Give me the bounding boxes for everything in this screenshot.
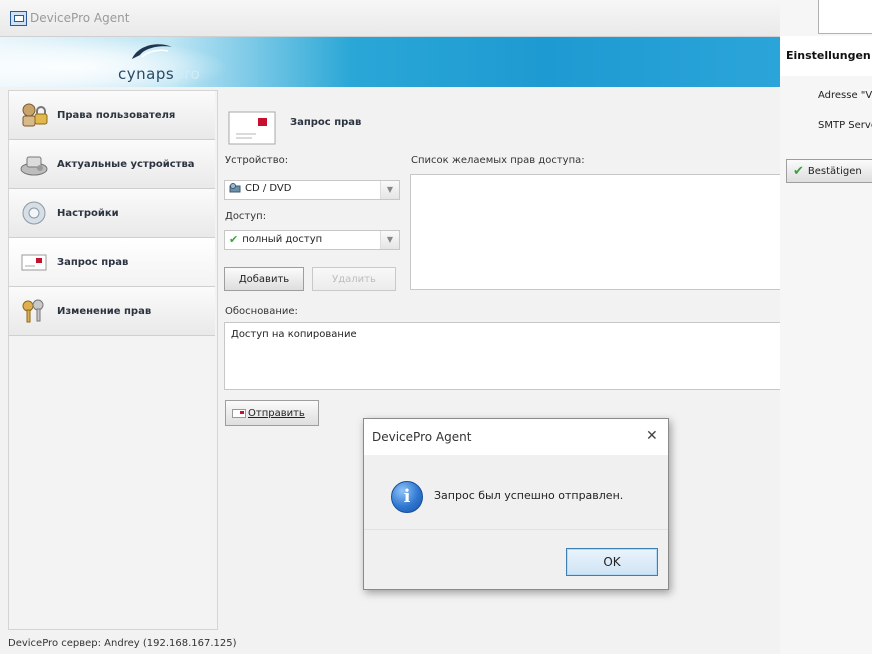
add-button[interactable]: Добавить <box>224 267 304 291</box>
send-button[interactable]: Отправить <box>225 400 319 426</box>
remove-button[interactable]: Удалить <box>312 267 396 291</box>
sidebar-item-current-devices[interactable]: Актуальные устройства <box>9 140 215 189</box>
keys-icon <box>19 298 49 324</box>
check-icon: ✔ <box>229 233 239 246</box>
header-banner: cynapspro <box>0 37 780 87</box>
sidebar-item-change-rights[interactable]: Изменение прав <box>9 287 215 336</box>
access-select[interactable]: ✔ полный доступ ▼ <box>224 230 400 250</box>
logo-swoosh-icon <box>132 44 172 59</box>
sidebar-item-settings[interactable]: Настройки <box>9 189 215 238</box>
logo: cynapspro <box>118 65 200 83</box>
window-title: DevicePro Agent <box>30 11 130 25</box>
access-label: Доступ: <box>225 211 267 222</box>
app-icon <box>10 11 27 26</box>
background-smtp-label: SMTP Serve <box>818 120 872 131</box>
envelope-icon <box>19 249 49 275</box>
sidebar: Права пользователя Актуальные устройства… <box>8 90 218 630</box>
logo-text-main: cynaps <box>118 65 175 83</box>
reason-label: Обоснование: <box>225 306 298 317</box>
sidebar-item-label: Изменение прав <box>57 305 152 317</box>
background-window: Einstellungen Adresse "Vo SMTP Serve ✔ B… <box>780 0 872 654</box>
background-address-label: Adresse "Vo <box>818 90 872 101</box>
rights-list-label: Список желаемых прав доступа: <box>411 155 585 166</box>
title-bar[interactable]: DevicePro Agent <box>0 0 780 37</box>
cd-drive-icon <box>229 183 241 193</box>
device-select[interactable]: CD / DVD ▼ <box>224 180 400 200</box>
sidebar-item-label: Настройки <box>57 207 119 219</box>
sidebar-item-request-rights[interactable]: Запрос прав <box>9 238 215 287</box>
rights-list[interactable] <box>410 174 780 290</box>
device-label: Устройство: <box>225 155 289 166</box>
dialog-message: Запрос был успешно отправлен. <box>434 489 624 502</box>
request-envelope-icon <box>228 111 276 145</box>
confirm-button-label: Bestätigen <box>807 165 862 177</box>
device-select-text: CD / DVD <box>245 183 292 194</box>
dialog-title: DevicePro Agent <box>372 430 472 444</box>
message-dialog: DevicePro Agent ✕ i Запрос был успешно о… <box>363 418 669 590</box>
ok-button[interactable]: OK <box>566 548 658 576</box>
dialog-divider <box>364 529 668 530</box>
sidebar-item-label: Права пользователя <box>57 109 176 121</box>
logo-text-accent: pro <box>174 65 201 83</box>
reason-textarea[interactable]: Доступ на копирование ▲ ▼ <box>224 322 780 390</box>
dialog-title-bar[interactable]: DevicePro Agent ✕ <box>364 419 668 455</box>
info-icon: i <box>391 481 423 513</box>
reason-text: Доступ на копирование <box>231 329 357 340</box>
chevron-down-icon[interactable]: ▼ <box>380 231 399 249</box>
send-envelope-icon <box>232 408 246 418</box>
access-select-value: ✔ полный доступ <box>229 233 322 246</box>
check-icon: ✔ <box>793 163 804 179</box>
settings-icon <box>19 200 49 226</box>
devices-icon <box>19 151 49 177</box>
page-title: Запрос прав <box>290 117 362 128</box>
confirm-button[interactable]: ✔ Bestätigen <box>786 159 872 183</box>
send-button-label: Отправить <box>248 407 305 419</box>
background-top-panel <box>818 0 872 34</box>
background-title: Einstellungen <box>786 49 871 62</box>
sidebar-item-label: Запрос прав <box>57 256 129 268</box>
close-icon[interactable]: ✕ <box>646 428 658 444</box>
chevron-down-icon[interactable]: ▼ <box>380 181 399 199</box>
device-select-value: CD / DVD <box>229 183 291 194</box>
sidebar-item-label: Актуальные устройства <box>57 158 195 170</box>
sidebar-item-user-rights[interactable]: Права пользователя <box>9 91 215 140</box>
user-lock-icon <box>19 102 49 128</box>
access-select-text: полный доступ <box>242 234 323 245</box>
status-bar: DevicePro сервер: Andrey (192.168.167.12… <box>8 638 237 649</box>
